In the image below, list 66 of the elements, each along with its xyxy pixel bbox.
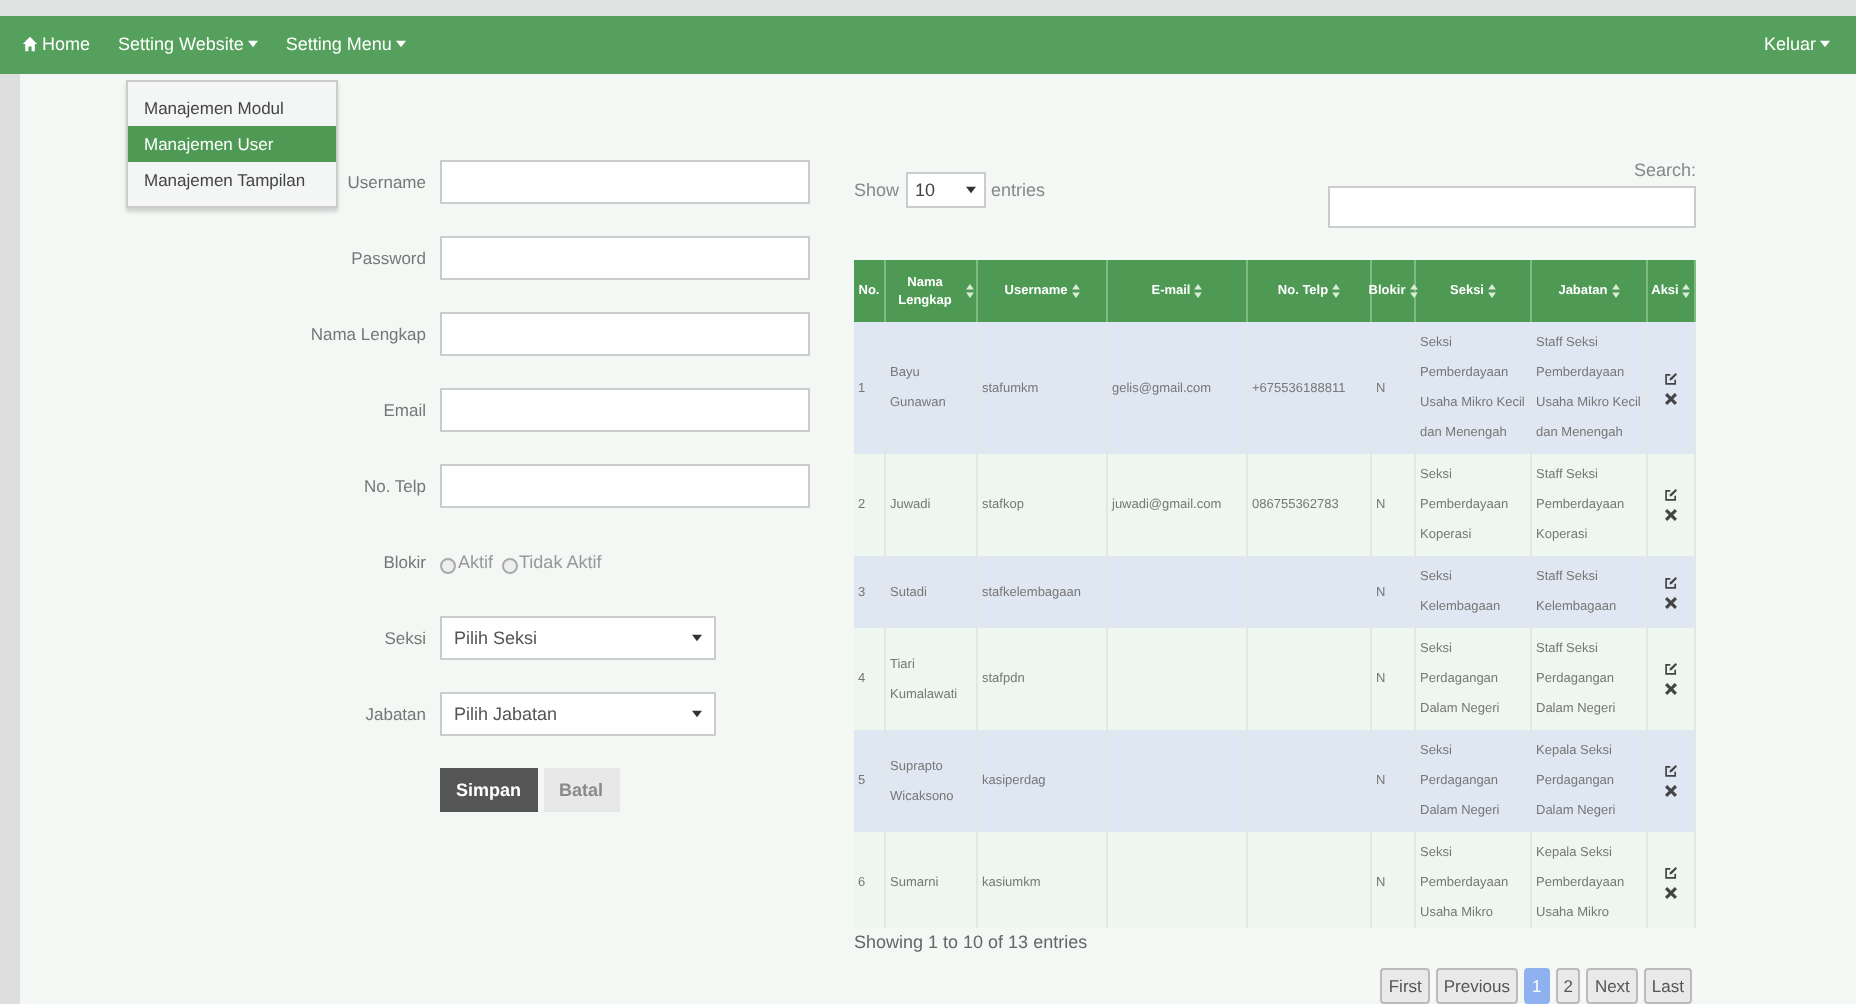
edit-icon[interactable] [1664, 866, 1678, 880]
input-field[interactable] [440, 236, 810, 280]
sort-icon [1682, 284, 1691, 298]
caret-icon [692, 710, 702, 718]
menu-item[interactable]: Manajemen Tampilan [128, 161, 336, 198]
field-label: Jabatan [365, 704, 426, 724]
menu-item[interactable]: Manajemen Modul [128, 89, 336, 126]
edit-icon[interactable] [1664, 371, 1678, 385]
logout-link[interactable]: Keluar [1749, 34, 1844, 55]
caret-icon [692, 634, 702, 642]
edit-icon[interactable] [1664, 662, 1678, 676]
save-button[interactable]: Simpan [440, 768, 538, 812]
page-button[interactable]: Previous [1435, 968, 1518, 1004]
delete-icon[interactable] [1664, 784, 1678, 798]
page-button[interactable]: Next [1586, 968, 1638, 1004]
nav-link[interactable]: Home [8, 34, 105, 55]
input-field[interactable] [440, 160, 810, 204]
caret-icon [247, 40, 258, 49]
sort-icon [1488, 284, 1496, 298]
sort-icon [1332, 284, 1341, 298]
edit-icon[interactable] [1664, 488, 1678, 502]
select-field[interactable]: Pilih Seksi [440, 616, 716, 660]
page-button[interactable]: 1 [1523, 968, 1550, 1004]
field-label: Password [351, 248, 426, 268]
radio-label: Aktif [458, 551, 494, 571]
show-label: Show [854, 180, 900, 200]
table-info: Showing 1 to 10 of 13 entries [854, 932, 1090, 952]
delete-icon[interactable] [1664, 886, 1678, 900]
caret-icon [965, 186, 976, 194]
page-button[interactable]: 2 [1555, 968, 1581, 1004]
field-label: Username [347, 172, 426, 192]
field-label: Email [383, 400, 426, 420]
menu-item[interactable]: Manajemen User [128, 125, 336, 162]
radio-button[interactable] [501, 557, 518, 573]
delete-icon[interactable] [1664, 508, 1678, 522]
caret-icon [395, 40, 406, 49]
page-size-select[interactable]: 10 [905, 172, 986, 208]
sort-icon [1194, 284, 1203, 298]
search-label: Search: [1633, 160, 1696, 180]
nav-link[interactable]: Setting Website [104, 34, 272, 55]
caret-icon [1820, 40, 1830, 49]
page-button[interactable]: First [1380, 968, 1430, 1004]
input-field[interactable] [440, 312, 810, 356]
radio-label: Tidak Aktif [519, 551, 602, 571]
select-field[interactable]: Pilih Jabatan [440, 692, 716, 736]
input-field[interactable] [440, 464, 810, 508]
field-label: Blokir [383, 552, 426, 572]
radio-button[interactable] [440, 557, 456, 573]
field-label: Nama Lengkap [310, 324, 426, 344]
delete-icon[interactable] [1664, 391, 1678, 405]
edit-icon[interactable] [1664, 575, 1678, 589]
page-button[interactable]: Last [1643, 968, 1692, 1004]
home-icon [22, 36, 38, 53]
nav-link[interactable]: Setting Menu [271, 34, 420, 55]
delete-icon[interactable] [1664, 595, 1678, 609]
sort-icon [1071, 284, 1080, 298]
sort-icon [1611, 284, 1620, 298]
input-field[interactable] [440, 388, 810, 432]
field-label: Seksi [384, 628, 426, 648]
sort-icon [966, 284, 974, 298]
search-field[interactable] [1328, 186, 1696, 228]
field-label: No. Telp [363, 476, 426, 496]
edit-icon[interactable] [1664, 764, 1678, 778]
entries-label: entries [991, 180, 1046, 200]
sort-icon [1409, 284, 1418, 298]
delete-icon[interactable] [1664, 682, 1678, 696]
